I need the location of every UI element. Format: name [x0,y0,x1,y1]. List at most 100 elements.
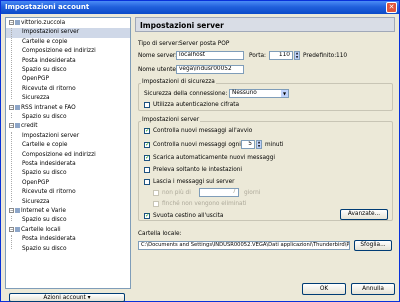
max-days-field[interactable]: 7 [199,188,239,197]
tree-item[interactable]: Ricevute di ritorno [6,188,130,197]
tree-item[interactable]: OpenPGP [6,179,130,188]
tree-item[interactable]: Composizione ed indirizzi [6,151,130,160]
mail-account-icon [15,104,20,110]
collapse-toggle-icon[interactable]: − [9,123,14,129]
connection-security-select[interactable]: Nessuno ▼ [229,89,289,98]
tree-item[interactable]: Spazio su disco [6,245,130,254]
tree-item[interactable]: Posta indesiderata [6,57,130,66]
collapse-toggle-icon[interactable]: − [9,226,14,232]
username-label: Nome utente: [138,67,178,73]
tree-item[interactable]: Composizione ed indirizzi [6,47,130,56]
default-port-value: 110 [336,53,348,59]
panel-title: Impostazioni server [140,21,224,30]
server-type-label: Tipo di server: [138,41,180,47]
default-port-label: Predefinito: [303,53,337,59]
server-name-field[interactable]: localhost [176,51,244,60]
tree-item[interactable]: Spazio su disco [6,169,130,178]
mail-account-icon [15,208,20,213]
max-days-checkbox[interactable] [153,190,159,196]
tree-account[interactable]: − RSS intranet e FAO [6,104,130,113]
encrypted-auth-label: Utilizza autenticazione cifrata [153,102,240,108]
tree-item[interactable]: OpenPGP [6,75,130,84]
max-days-label: non più di [162,190,191,196]
port-spinner[interactable]: ▲ ▼ [294,51,300,60]
until-deleted-checkbox[interactable] [153,201,159,207]
tree-account-label: RSS intranet e FAO [21,104,76,111]
account-actions-button[interactable]: Azioni account ▾ [9,293,125,302]
ok-button[interactable]: OK [302,283,346,295]
leave-on-server-checkbox[interactable] [144,179,150,185]
tree-item[interactable]: Spazio su disco [6,216,130,225]
tree-connector [11,216,12,222]
server-type-value: Server posta POP [179,41,230,47]
interval-unit: minuti [265,142,284,148]
empty-trash-label: Svuota cestino all'uscita [153,213,224,219]
days-unit: giorni [244,190,261,196]
cancel-button[interactable]: Annulla [351,283,395,295]
tree-item[interactable]: Cartelle e copie [6,141,130,150]
check-on-startup-checkbox[interactable] [144,127,150,134]
leave-on-server-label: Lascia i messaggi sul server [153,179,235,185]
tree-account-label: Internet e Varie [21,208,66,214]
tree-item[interactable]: Posta indesiderata [6,235,130,244]
tree-connector [11,113,12,118]
tree-item[interactable]: Sicurezza [6,94,130,103]
check-on-startup-label: Controlla nuovi messaggi all'avvio [153,128,253,134]
account-settings-window: Impostazioni account ✕ − vittorio.zuccola… [0,0,400,302]
advanced-button[interactable]: Avanzate... [340,209,388,220]
port-field[interactable]: 110 [269,51,293,60]
local-folder-path-field[interactable]: C:\Documents and Settings\INDUSR00052.VE… [138,241,350,250]
tree-account[interactable]: − credit [6,122,130,131]
check-interval-field[interactable]: 5 [241,140,255,149]
tree-item[interactable]: Ricevute di ritorno [6,85,130,94]
collapse-toggle-icon[interactable]: − [9,20,14,25]
tree-item[interactable]: Spazio su disco [6,66,130,75]
until-deleted-label: finché non vengono eliminati [162,201,247,207]
port-label: Porta: [249,53,266,59]
headers-only-label: Preleva soltanto le intestazioni [153,167,243,173]
tree-account-label: vittorio.zuccola [21,20,66,26]
headers-only-checkbox[interactable] [144,167,150,173]
mail-account-icon [15,20,20,25]
tree-item[interactable]: Impostazioni server [6,28,130,38]
account-actions-label: Azioni account [43,295,86,301]
close-icon[interactable]: ✕ [386,2,397,13]
check-every-label: Controlla nuovi messaggi ogni [153,142,241,148]
tree-connector [11,28,12,99]
collapse-toggle-icon[interactable]: − [9,208,14,213]
mail-account-icon [15,123,20,129]
tree-account[interactable]: − Internet e Varie [6,207,130,216]
panel-header: Impostazioni server [135,17,395,32]
auto-download-label: Scarica automaticamente nuovi messaggi [153,155,275,161]
window-title: Impostazioni account [5,3,90,11]
tree-account[interactable]: − Cartelle locali [6,226,130,235]
auto-download-checkbox[interactable] [144,154,150,161]
tree-account-label: credit [21,123,38,130]
empty-trash-checkbox[interactable] [144,212,150,219]
local-folder-label: Cartella locale: [138,231,182,237]
mail-account-icon [15,226,20,232]
connection-security-value: Nessuno [232,90,257,96]
encrypted-auth-checkbox[interactable] [144,102,150,108]
server-settings-title: Impostazioni server [141,117,201,123]
title-bar: Impostazioni account ✕ [1,1,399,14]
tree-account[interactable]: − vittorio.zuccola [6,19,130,28]
connection-security-label: Sicurezza della connessione: [144,91,228,97]
interval-spinner[interactable]: ▲ ▼ [256,140,262,149]
tree-connector [11,235,12,250]
security-group-title: Impostazioni di sicurezza [141,79,216,85]
account-tree[interactable]: − vittorio.zuccola Impostazioni server Cart… [5,17,131,289]
tree-item[interactable]: Spazio su disco [6,113,130,122]
tree-connector [11,131,12,203]
server-name-label: Nome server: [138,53,178,59]
check-every-checkbox[interactable] [144,141,150,148]
chevron-down-icon: ▼ [280,90,288,97]
tree-item[interactable]: Cartelle e copie [6,38,130,47]
tree-item[interactable]: Impostazioni server [6,132,130,141]
collapse-toggle-icon[interactable]: − [9,104,14,110]
browse-button[interactable]: Sfoglia... [354,240,392,251]
tree-item[interactable]: Sicurezza [6,198,130,207]
tree-account-label: Cartelle locali [21,226,61,233]
username-field[interactable]: vega\indusr00052 [176,65,244,74]
tree-item[interactable]: Posta indesiderata [6,160,130,169]
